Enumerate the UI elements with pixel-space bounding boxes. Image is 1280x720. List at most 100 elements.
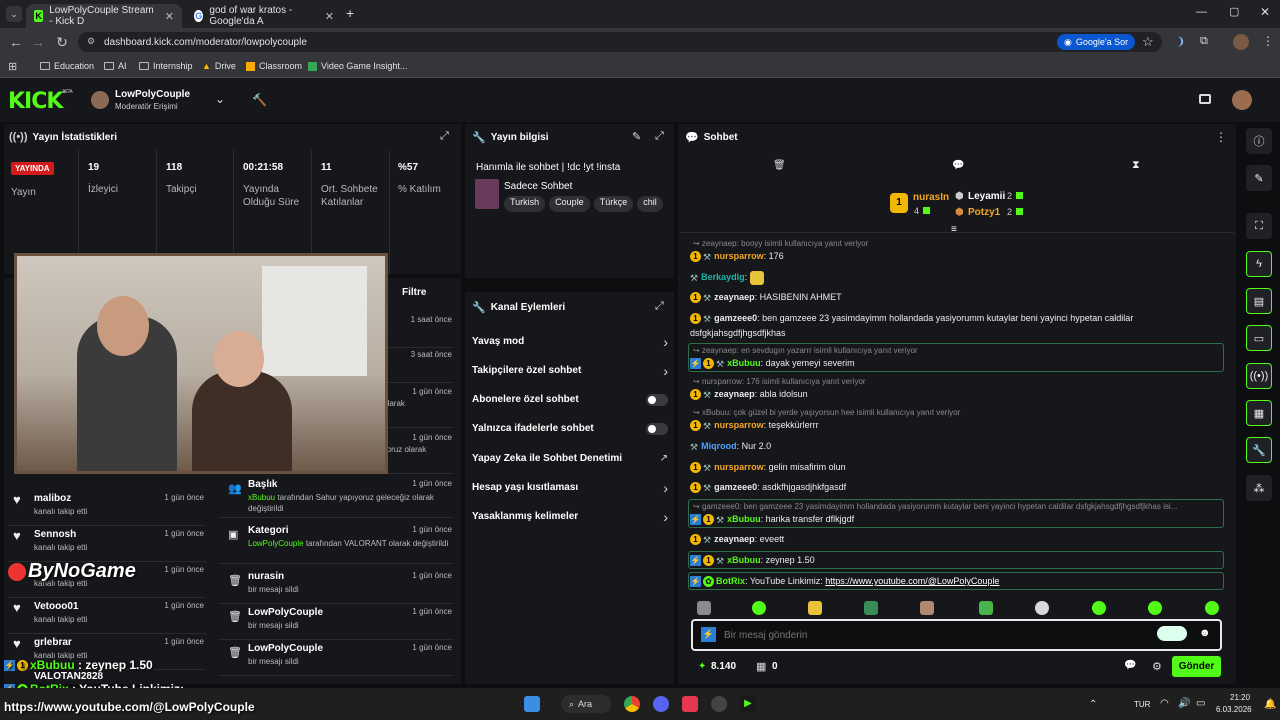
wrench-icon[interactable]: 🔧 bbox=[1246, 437, 1272, 463]
apps-grid-icon[interactable]: ⊞ bbox=[8, 60, 17, 73]
bookmark-video-game-insight[interactable]: Video Game Insight... bbox=[308, 61, 407, 71]
tray-chevron-icon[interactable]: ⌃ bbox=[1089, 699, 1097, 710]
inventory-icon[interactable]: ▦ bbox=[1246, 400, 1272, 426]
action-account-age[interactable]: Hesap yaşı kısıtlaması › bbox=[472, 480, 668, 496]
emotes-only-toggle[interactable] bbox=[646, 423, 668, 435]
tag[interactable]: Türkçe bbox=[593, 196, 634, 212]
volume-icon[interactable]: 🔊 bbox=[1178, 698, 1190, 709]
smiley-icon[interactable]: ☻ bbox=[1199, 627, 1211, 639]
kick-logo[interactable]: KICKBETA bbox=[8, 89, 73, 114]
chat-username[interactable]: gamzeee0 bbox=[714, 313, 757, 323]
chat-message[interactable]: ⚡ 1 ⚒ xBubuu: dayak yemeyi severim bbox=[690, 356, 1224, 371]
action-slow-mode[interactable]: Yavaş mod › bbox=[472, 334, 668, 350]
subscribers-only-toggle[interactable] bbox=[646, 394, 668, 406]
broadcast-icon[interactable]: ((•)) bbox=[1246, 363, 1272, 389]
forward-icon[interactable]: → bbox=[30, 34, 46, 50]
chat-message[interactable]: ⚒ Berkaydlg: bbox=[690, 270, 1224, 285]
channel-avatar[interactable] bbox=[91, 91, 109, 109]
clipboard-icon[interactable]: ▤ bbox=[1246, 288, 1272, 314]
chat-username[interactable]: xBubuu bbox=[727, 358, 761, 368]
chrome-icon[interactable] bbox=[624, 696, 640, 712]
info-icon[interactable]: ⓘ bbox=[1246, 128, 1272, 154]
emote-icon[interactable] bbox=[920, 601, 934, 615]
emote-icon[interactable] bbox=[979, 601, 993, 615]
bookmark-classroom[interactable]: Classroom bbox=[246, 61, 302, 71]
emote-icon[interactable] bbox=[1205, 601, 1219, 615]
taskbar-search[interactable]: ⌕ Ara bbox=[561, 695, 611, 713]
google-ask-button[interactable]: ◉ Google'a Sor bbox=[1057, 34, 1136, 50]
action-subscribers-only[interactable]: Abonelere özel sohbet bbox=[472, 394, 668, 406]
chat-message[interactable]: ⚡ 1 ⚒ xBubuu: harika transfer dflkjgdf bbox=[690, 512, 1224, 527]
extensions-puzzle-icon[interactable]: ⧉ bbox=[1200, 35, 1208, 48]
chat-message[interactable]: ⚒ Miqrood: Nur 2.0 bbox=[690, 439, 1224, 454]
tab-google[interactable]: G god of war kratos - Google'da A ✕ bbox=[186, 4, 342, 28]
bookmark-drive[interactable]: ▲ Drive bbox=[202, 61, 236, 71]
chat-username[interactable]: BotRix bbox=[716, 576, 745, 586]
chat-settings-icon[interactable]: ⚙ bbox=[1152, 660, 1162, 673]
extension-icon[interactable]: ❩ bbox=[1176, 35, 1185, 48]
send-button[interactable]: Gönder bbox=[1172, 656, 1221, 677]
chat-message[interactable]: 1 ⚒ nursparrow: 176 bbox=[690, 249, 1224, 264]
inventory-icon[interactable]: ▦ bbox=[756, 660, 766, 673]
edit-pencil-icon[interactable]: ✎ bbox=[632, 130, 641, 143]
chat-username[interactable]: xBubuu bbox=[727, 555, 761, 565]
notification-bell-icon[interactable]: 🔔 bbox=[1264, 699, 1276, 710]
action-banned-words[interactable]: Yasaklanmış kelimeler › bbox=[472, 509, 668, 525]
new-tab-icon[interactable]: + bbox=[346, 5, 354, 21]
chat-message[interactable]: ⚡ 1 ⚒ xBubuu: zeynep 1.50 bbox=[690, 553, 1224, 568]
back-icon[interactable]: ← bbox=[8, 34, 24, 50]
close-window-icon[interactable]: ✕ bbox=[1260, 5, 1270, 19]
chat-icon[interactable]: ▭ bbox=[1246, 325, 1272, 351]
emote-icon[interactable] bbox=[1148, 601, 1162, 615]
tray-time[interactable]: 21:20 bbox=[1230, 693, 1250, 702]
chat-link[interactable]: https://www.youtube.com/@LowPolyCouple bbox=[825, 576, 999, 586]
chat-users-icon[interactable]: 💬 bbox=[1124, 660, 1136, 671]
emote-picker-icon[interactable] bbox=[1157, 626, 1187, 641]
valorant-icon[interactable] bbox=[682, 696, 698, 712]
emote-icon[interactable] bbox=[808, 601, 822, 615]
popout-icon[interactable] bbox=[1199, 94, 1211, 104]
trash-icon[interactable]: 🗑 bbox=[773, 160, 786, 171]
tray-lang[interactable]: TUR bbox=[1134, 700, 1150, 709]
bookmark-internship[interactable]: Internship bbox=[139, 61, 193, 71]
chat-username[interactable]: nursparrow bbox=[714, 462, 764, 472]
action-emotes-only[interactable]: Yalnızca ifadelerle sohbet bbox=[472, 423, 668, 435]
chat-username[interactable]: zeaynaep bbox=[714, 534, 755, 544]
user-avatar[interactable] bbox=[1232, 90, 1252, 110]
chat-message[interactable]: 1 ⚒ gamzeee0: asdkfhjgasdjhkfgasdf bbox=[690, 480, 1224, 495]
minimize-icon[interactable]: — bbox=[1196, 6, 1207, 18]
tray-date[interactable]: 6.03.2026 bbox=[1216, 705, 1252, 714]
chat-username[interactable]: Berkaydlg bbox=[701, 272, 745, 282]
tag[interactable]: Turkish bbox=[504, 196, 546, 212]
emote-icon[interactable] bbox=[864, 601, 878, 615]
chat-message[interactable]: 1 ⚒ zeaynaep: abla idolsun bbox=[690, 387, 1224, 402]
windows-start-icon[interactable] bbox=[524, 696, 540, 712]
chat-message[interactable]: 1 ⚒ gamzeee0: ben gamzeee 23 yasimdayimm h… bbox=[690, 311, 1224, 340]
channel-points[interactable]: 8.140 bbox=[711, 661, 736, 672]
kick-app-icon[interactable]: ▶ bbox=[740, 696, 756, 712]
action-followers-only[interactable]: Takipçilere özel sohbet › bbox=[472, 363, 668, 379]
chat-message[interactable]: 1 ⚒ nursparrow: gelin misafirim olun bbox=[690, 460, 1224, 475]
chat-bubble-icon[interactable]: 💬 bbox=[952, 160, 964, 171]
leaderboard-expand-icon[interactable]: ≡ bbox=[951, 224, 957, 235]
hammer-icon[interactable]: 🔨 bbox=[252, 93, 267, 107]
edit-icon[interactable]: ✎ bbox=[1246, 165, 1272, 191]
tag[interactable]: Couple bbox=[549, 196, 590, 212]
chat-message-input[interactable] bbox=[724, 626, 1144, 644]
tab-kick[interactable]: K LowPolyCouple Stream - Kick D ✕ bbox=[26, 4, 182, 28]
emote-icon[interactable] bbox=[1035, 601, 1049, 615]
profile-avatar-icon[interactable] bbox=[1233, 34, 1249, 50]
bookmark-education[interactable]: Education bbox=[40, 61, 94, 71]
close-icon[interactable]: ✕ bbox=[325, 10, 334, 23]
hourglass-icon[interactable]: ⧗ bbox=[1132, 159, 1140, 172]
wifi-icon[interactable]: ◠ bbox=[1160, 698, 1169, 709]
lightning-icon[interactable]: ϟ bbox=[1246, 251, 1272, 277]
apps-icon[interactable]: ⁂ bbox=[1246, 475, 1272, 501]
chat-username[interactable]: zeaynaep bbox=[714, 292, 755, 302]
chat-menu-icon[interactable]: ⋮ bbox=[1215, 130, 1227, 144]
stats-expand-icon[interactable]: ⤢ bbox=[440, 130, 449, 143]
emote-icon[interactable] bbox=[752, 601, 766, 615]
chat-username[interactable]: nursparrow bbox=[714, 420, 764, 430]
chat-username[interactable]: Miqrood bbox=[701, 441, 737, 451]
emote-icon[interactable] bbox=[697, 601, 711, 615]
